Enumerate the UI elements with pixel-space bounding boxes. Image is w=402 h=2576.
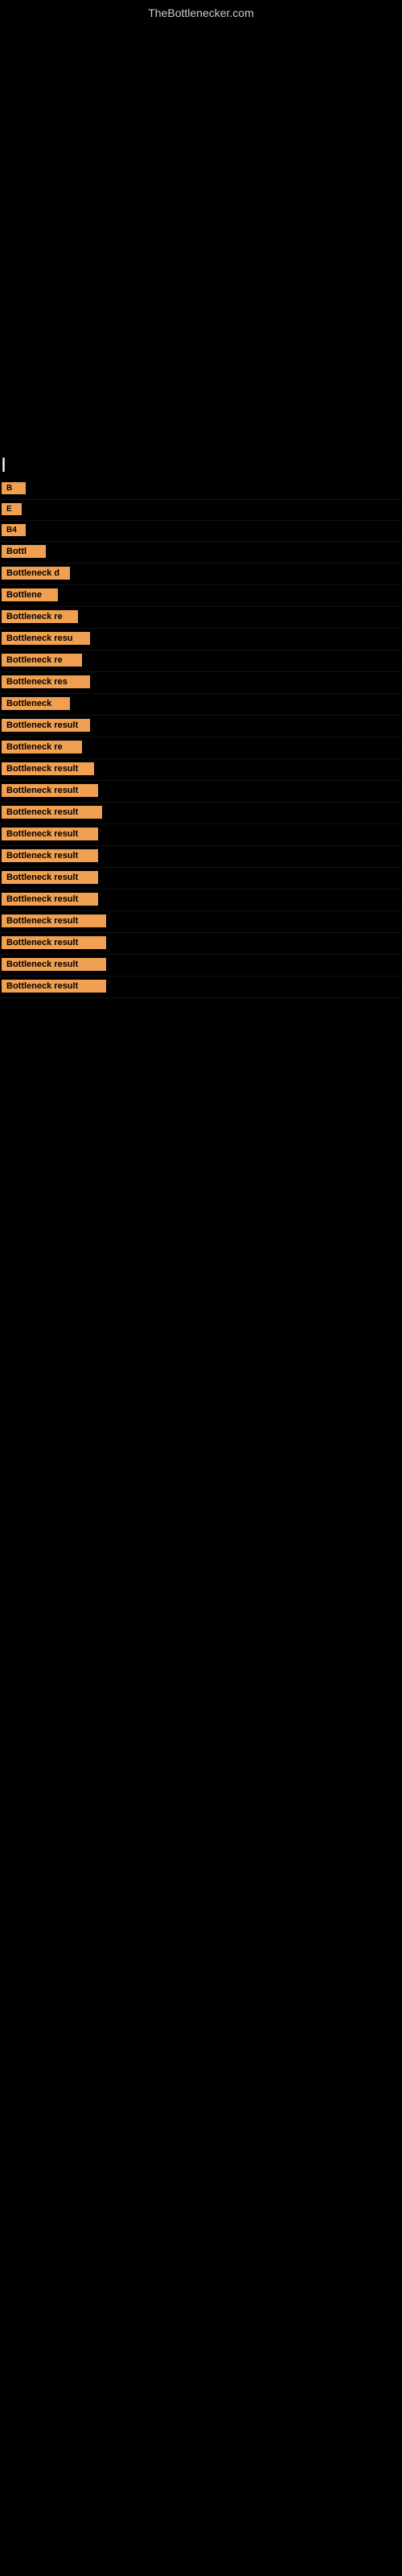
list-item: Bottleneck result — [0, 781, 402, 803]
bottleneck-result-label: Bottlene — [2, 588, 58, 601]
site-header: TheBottlenecker.com — [0, 0, 402, 23]
bottleneck-result-label: Bottl — [2, 545, 46, 558]
list-item: B4 — [0, 521, 402, 542]
results-container: | BE B4 Bottl Bottleneck d Bottlene Bottlenec… — [0, 449, 402, 1014]
list-item: Bottleneck result — [0, 976, 402, 998]
bottleneck-result-label: Bottleneck result — [2, 980, 106, 993]
bottleneck-result-label: Bottleneck re — [2, 654, 82, 667]
bottleneck-result-label: E — [2, 503, 22, 515]
bottleneck-result-label: Bottleneck result — [2, 762, 94, 775]
list-item: Bottleneck result — [0, 890, 402, 911]
bottleneck-result-label: B4 — [2, 524, 26, 536]
bottleneck-result-label: Bottleneck — [2, 697, 70, 710]
bottleneck-result-label: B — [2, 482, 26, 494]
list-item: Bottlene — [0, 585, 402, 607]
list-item: Bottleneck result — [0, 759, 402, 781]
list-item: Bottleneck d — [0, 564, 402, 585]
list-item: Bottleneck result — [0, 868, 402, 890]
list-item: Bottleneck result — [0, 955, 402, 976]
list-item: Bottleneck result — [0, 846, 402, 868]
bottleneck-result-label: Bottleneck result — [2, 806, 102, 819]
bottleneck-result-label: Bottleneck result — [2, 958, 106, 971]
bottleneck-result-label: Bottleneck result — [2, 828, 98, 840]
list-item: B — [0, 479, 402, 500]
site-title: TheBottlenecker.com — [0, 0, 402, 23]
list-item: Bottleneck result — [0, 824, 402, 846]
list-item: E — [0, 500, 402, 521]
list-item: Bottleneck result — [0, 716, 402, 737]
list-item: Bottleneck re — [0, 650, 402, 672]
list-item: Bottleneck result — [0, 911, 402, 933]
bottleneck-result-label: Bottleneck result — [2, 849, 98, 862]
bottleneck-result-label: Bottleneck result — [2, 914, 106, 927]
bottleneck-result-label: Bottleneck resu — [2, 632, 90, 645]
list-item: Bottleneck result — [0, 803, 402, 824]
bottleneck-result-label: Bottleneck result — [2, 719, 90, 732]
main-chart-area — [0, 23, 402, 449]
list-item: Bottleneck result — [0, 933, 402, 955]
cursor-indicator: | — [0, 449, 402, 479]
list-item: Bottleneck re — [0, 737, 402, 759]
bottleneck-result-label: Bottleneck res — [2, 675, 90, 688]
list-item: Bottleneck resu — [0, 629, 402, 650]
bottleneck-result-label: Bottleneck result — [2, 871, 98, 884]
list-item: Bottl — [0, 542, 402, 564]
bottleneck-result-label: Bottleneck re — [2, 741, 82, 753]
bottleneck-result-label: Bottleneck d — [2, 567, 70, 580]
list-item: Bottleneck res — [0, 672, 402, 694]
list-item: Bottleneck re — [0, 607, 402, 629]
list-item: Bottleneck — [0, 694, 402, 716]
bottleneck-result-label: Bottleneck re — [2, 610, 78, 623]
bottleneck-result-label: Bottleneck result — [2, 893, 98, 906]
bottleneck-result-label: Bottleneck result — [2, 784, 98, 797]
bottleneck-result-label: Bottleneck result — [2, 936, 106, 949]
